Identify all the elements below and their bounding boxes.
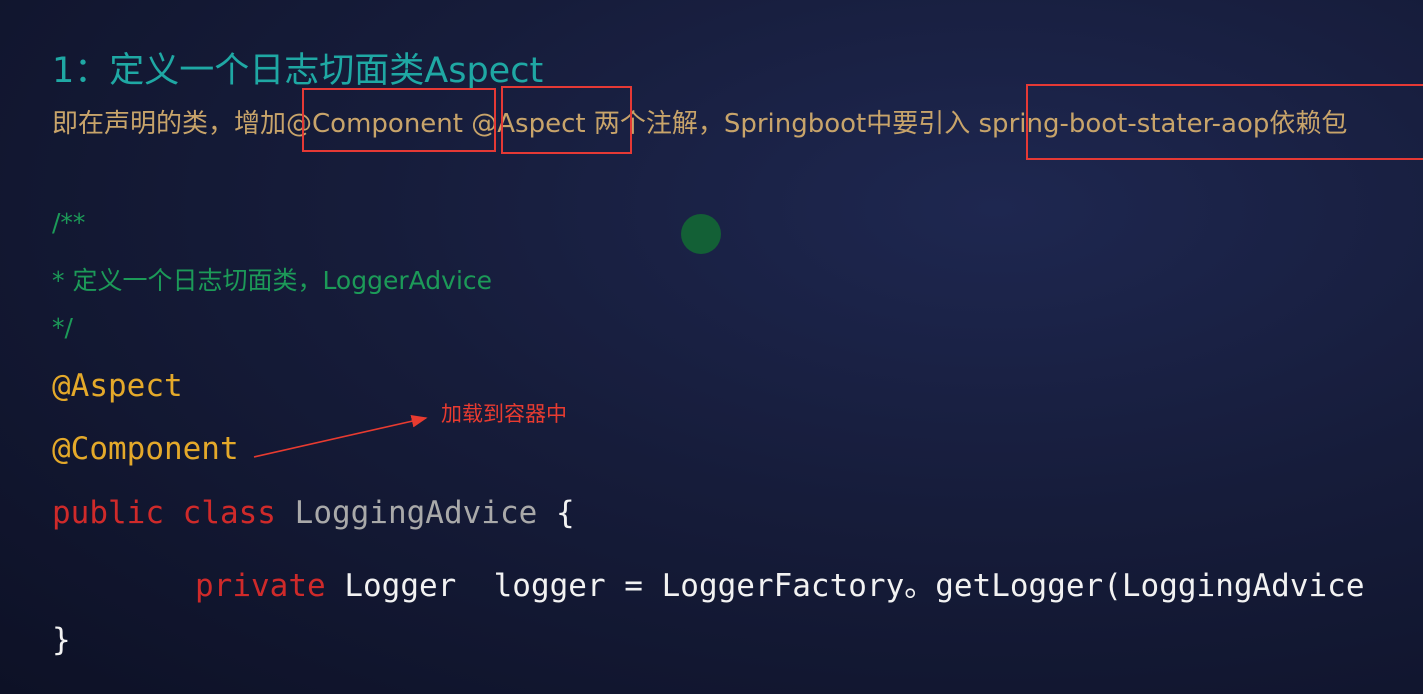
keyword-class: class [182, 495, 276, 531]
highlight-box-component [302, 88, 496, 152]
code-annotation-component: @Component [52, 431, 239, 467]
comment-close: */ [52, 313, 73, 342]
highlight-box-aspect [501, 86, 632, 154]
annotation-arrow [253, 414, 428, 458]
comment-body: * 定义一个日志切面类，LoggerAdvice [52, 266, 493, 295]
description-middle: 两个注解，Springboot中要引入 [585, 109, 979, 139]
comment-open: /** [52, 208, 86, 237]
description-intro: 即在声明的类，增加 [52, 109, 287, 139]
cursor-pointer-dot [681, 214, 721, 254]
class-name: LoggingAdvice [294, 495, 538, 531]
code-annotation-aspect: @Aspect [52, 368, 183, 404]
slide-heading: 1：定义一个日志切面类Aspect [52, 51, 544, 91]
keyword-public: public [52, 495, 164, 531]
keyword-private: private [195, 568, 326, 604]
code-logger-field: private Logger logger = LoggerFactory。ge… [195, 560, 1365, 605]
close-brace: } [52, 622, 71, 658]
logger-statement: logger = LoggerFactory。getLogger(Logging… [493, 568, 1365, 604]
logger-type: Logger [344, 568, 457, 604]
annotation-note: 加载到容器中 [441, 402, 567, 426]
code-class-declaration: public class LoggingAdvice { [52, 495, 575, 531]
open-brace: { [555, 495, 575, 531]
highlight-box-dependency [1026, 84, 1423, 160]
